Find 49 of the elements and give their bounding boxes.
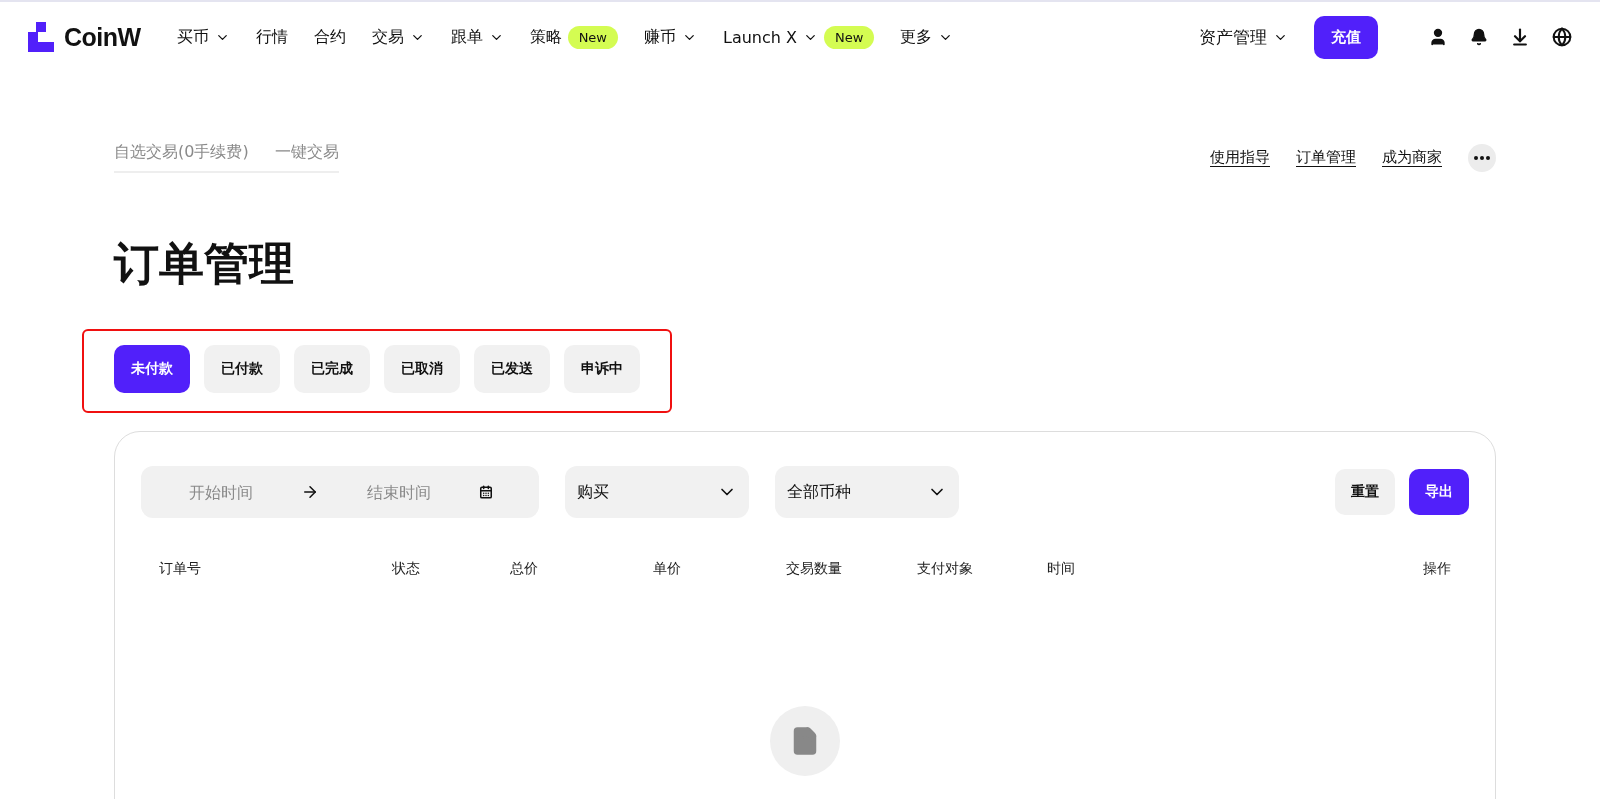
header-link[interactable]: 订单管理 <box>1296 148 1356 167</box>
status-tab[interactable]: 已发送 <box>474 345 550 393</box>
nav-item[interactable]: Launch X New <box>723 25 875 49</box>
trade-mode-tab[interactable]: 一键交易 <box>274 142 339 163</box>
status-tab[interactable]: 已付款 <box>204 345 280 393</box>
column-header: 时间 <box>1047 560 1076 578</box>
nav-item[interactable]: 更多 <box>900 26 954 48</box>
header-link[interactable]: 成为商家 <box>1382 148 1442 167</box>
column-header: 支付对象 <box>917 560 974 578</box>
nav-item[interactable]: 赚币 <box>644 26 697 48</box>
more-button[interactable] <box>1468 143 1496 172</box>
column-header: 订单号 <box>159 560 202 578</box>
bell-icon[interactable] <box>1470 28 1488 46</box>
deposit-button[interactable]: 充值 <box>1314 15 1378 59</box>
status-tab[interactable]: 已完成 <box>294 345 370 393</box>
download-icon[interactable] <box>1510 27 1530 47</box>
column-header: 交易数量 <box>786 560 843 578</box>
start-date-field[interactable]: 开始时间 <box>141 481 301 503</box>
status-tab[interactable]: 申诉中 <box>564 345 640 393</box>
coin-select[interactable]: 全部币种 <box>775 466 959 518</box>
status-tab[interactable]: 已取消 <box>384 345 460 393</box>
nav-item[interactable]: 行情 <box>255 26 288 48</box>
reset-button[interactable]: 重置 <box>1335 469 1395 515</box>
assets-menu[interactable]: 资产管理 <box>1199 25 1288 49</box>
header-link[interactable]: 使用指导 <box>1210 148 1270 167</box>
nav-item[interactable]: 合约 <box>313 26 346 48</box>
end-date-field[interactable]: 结束时间 <box>319 481 479 503</box>
column-header: 状态 <box>392 560 421 578</box>
more-dots-icon <box>1474 155 1490 160</box>
page-title: 订单管理 <box>114 237 295 291</box>
globe-icon[interactable] <box>1552 27 1572 47</box>
column-header: 总价 <box>510 560 539 578</box>
nav-item[interactable]: 策略 New <box>529 25 618 49</box>
column-header: 操作 <box>1423 560 1451 578</box>
logo-icon <box>28 22 54 52</box>
export-button[interactable]: 导出 <box>1409 469 1469 515</box>
arrow-right-icon <box>301 483 319 501</box>
nav-item[interactable]: 买币 <box>176 26 230 48</box>
new-badge: New <box>567 25 618 49</box>
status-tab[interactable]: 未付款 <box>114 345 190 393</box>
trade-mode-tab[interactable]: 自选交易(0手续费) <box>114 142 249 163</box>
nav-item[interactable]: 跟单 <box>450 26 504 48</box>
side-select[interactable]: 购买 <box>565 466 749 518</box>
column-header: 单价 <box>653 560 682 578</box>
calendar-icon <box>479 485 493 499</box>
user-icon[interactable] <box>1428 27 1448 47</box>
nav-item[interactable]: 交易 <box>371 26 425 48</box>
new-badge: New <box>824 25 875 49</box>
logo-text[interactable]: CoinW <box>64 22 141 52</box>
